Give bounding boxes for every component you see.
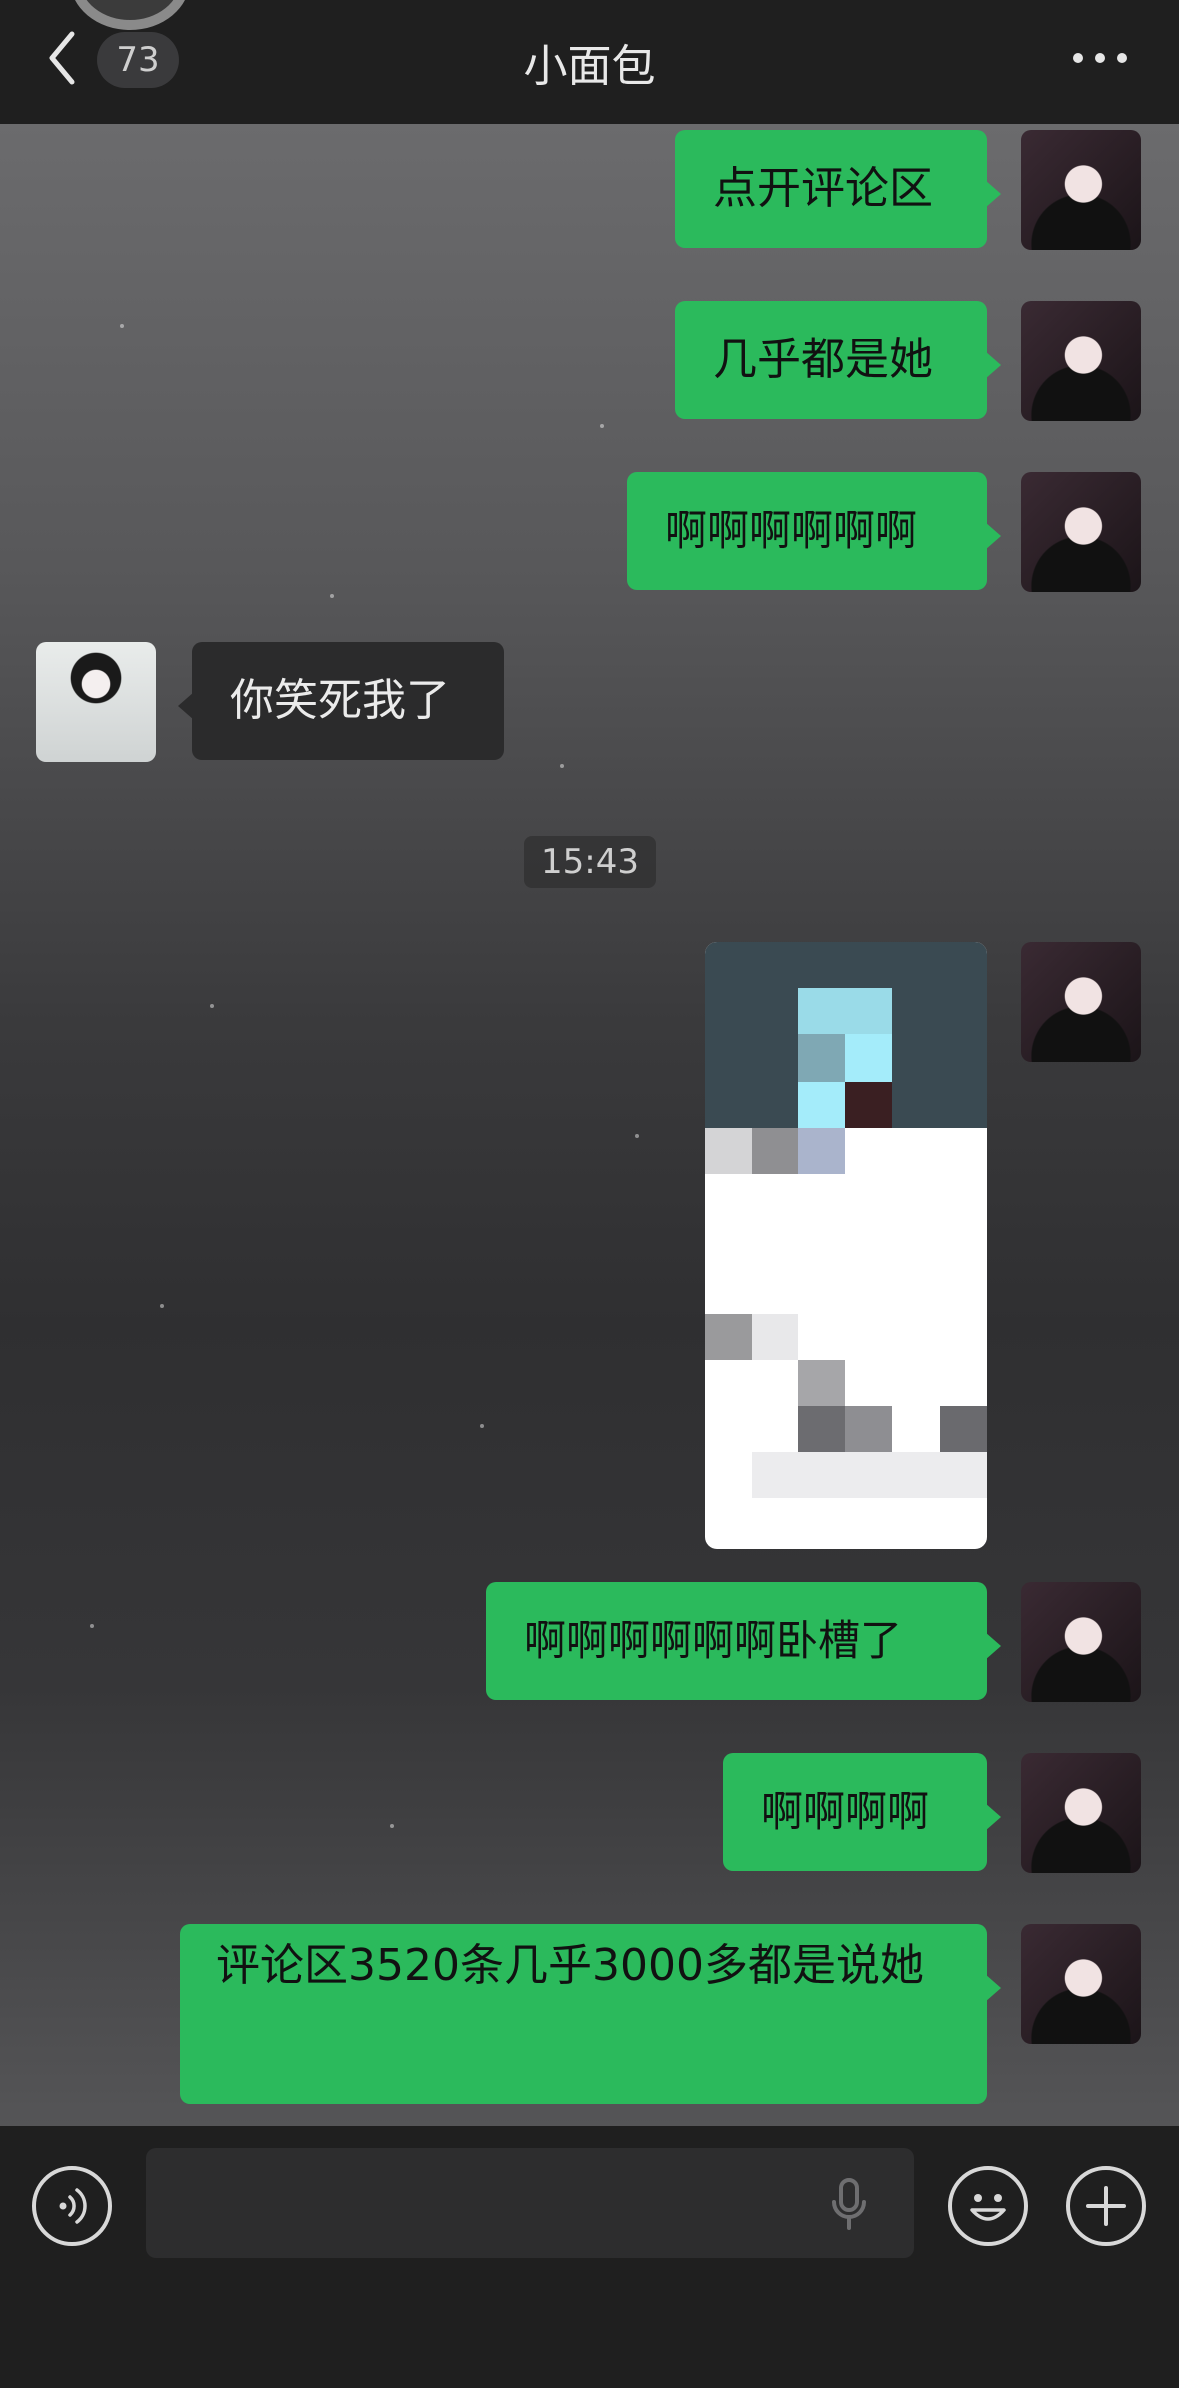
outgoing-message-bubble[interactable]: 啊啊啊啊啊啊: [627, 472, 1001, 590]
emoji-button[interactable]: [948, 2166, 1028, 2246]
message-timestamp: 15:43: [524, 836, 656, 888]
background-star: [210, 1004, 214, 1008]
image-pixel-block: [752, 1128, 798, 1174]
image-pixel-block: [752, 1314, 798, 1360]
outgoing-message-bubble[interactable]: 几乎都是她: [675, 301, 1001, 419]
image-pixel-block: [798, 1128, 845, 1174]
background-star: [120, 324, 124, 328]
image-pixel-block: [798, 988, 892, 1034]
outgoing-message-bubble[interactable]: 评论区3520条几乎3000多都是说她: [180, 1924, 1001, 2104]
image-pixel-block: [798, 1406, 845, 1452]
my-avatar[interactable]: [1021, 301, 1141, 421]
contact-avatar[interactable]: [36, 642, 156, 762]
background-star: [160, 1304, 164, 1308]
my-avatar[interactable]: [1021, 472, 1141, 592]
my-avatar[interactable]: [1021, 1753, 1141, 1873]
message-text: 评论区3520条几乎3000多都是说她: [216, 1940, 924, 1991]
plus-icon: [1086, 2186, 1126, 2226]
image-pixel-block: [940, 1406, 987, 1452]
message-text: 几乎都是她: [713, 334, 933, 385]
incoming-message-bubble[interactable]: 你笑死我了: [178, 642, 504, 760]
image-pixel-block: [752, 1452, 987, 1498]
message-text: 啊啊啊啊: [761, 1787, 930, 1836]
my-avatar[interactable]: [1021, 942, 1141, 1062]
chat-header: 73 小面包: [0, 0, 1179, 124]
background-star: [600, 424, 604, 428]
my-avatar[interactable]: [1021, 1924, 1141, 2044]
background-star: [480, 1424, 484, 1428]
my-avatar[interactable]: [1021, 1582, 1141, 1702]
plus-button[interactable]: [1066, 2166, 1146, 2246]
background-star: [390, 1824, 394, 1828]
image-pixel-block: [798, 1082, 845, 1128]
image-pixel-block: [845, 1082, 892, 1128]
background-star: [635, 1134, 639, 1138]
image-pixel-block: [705, 1314, 752, 1360]
message-text: 啊啊啊啊啊啊: [665, 506, 918, 555]
image-pixel-block: [798, 1034, 845, 1082]
message-input[interactable]: [146, 2148, 914, 2258]
outgoing-message-bubble[interactable]: 啊啊啊啊: [723, 1753, 1001, 1871]
voice-toggle-icon: [59, 2188, 87, 2224]
background-star: [330, 594, 334, 598]
image-pixel-block: [705, 1128, 752, 1174]
floating-window-ring[interactable]: [70, 0, 190, 30]
more-dots-icon[interactable]: [1070, 50, 1130, 66]
message-text: 点开评论区: [713, 163, 933, 214]
image-pixel-block: [845, 1406, 892, 1452]
my-avatar[interactable]: [1021, 130, 1141, 250]
message-text: 啊啊啊啊啊啊卧槽了: [524, 1616, 903, 1665]
outgoing-message-bubble[interactable]: 啊啊啊啊啊啊卧槽了: [486, 1582, 1001, 1700]
microphone-icon[interactable]: [829, 2176, 869, 2236]
outgoing-message-bubble[interactable]: 点开评论区: [675, 130, 1001, 248]
background-star: [560, 764, 564, 768]
voice-toggle-button[interactable]: [32, 2166, 112, 2246]
chat-title: 小面包: [523, 41, 656, 92]
input-bar: [0, 2126, 1179, 2388]
emoji-icon: [970, 2194, 1006, 2221]
chat-message-list[interactable]: [0, 124, 1179, 2126]
image-pixel-block: [798, 1360, 845, 1406]
image-pixel-block: [845, 1034, 892, 1082]
background-star: [90, 1624, 94, 1628]
image-message[interactable]: [705, 942, 987, 1549]
message-text: 你笑死我了: [230, 675, 450, 726]
